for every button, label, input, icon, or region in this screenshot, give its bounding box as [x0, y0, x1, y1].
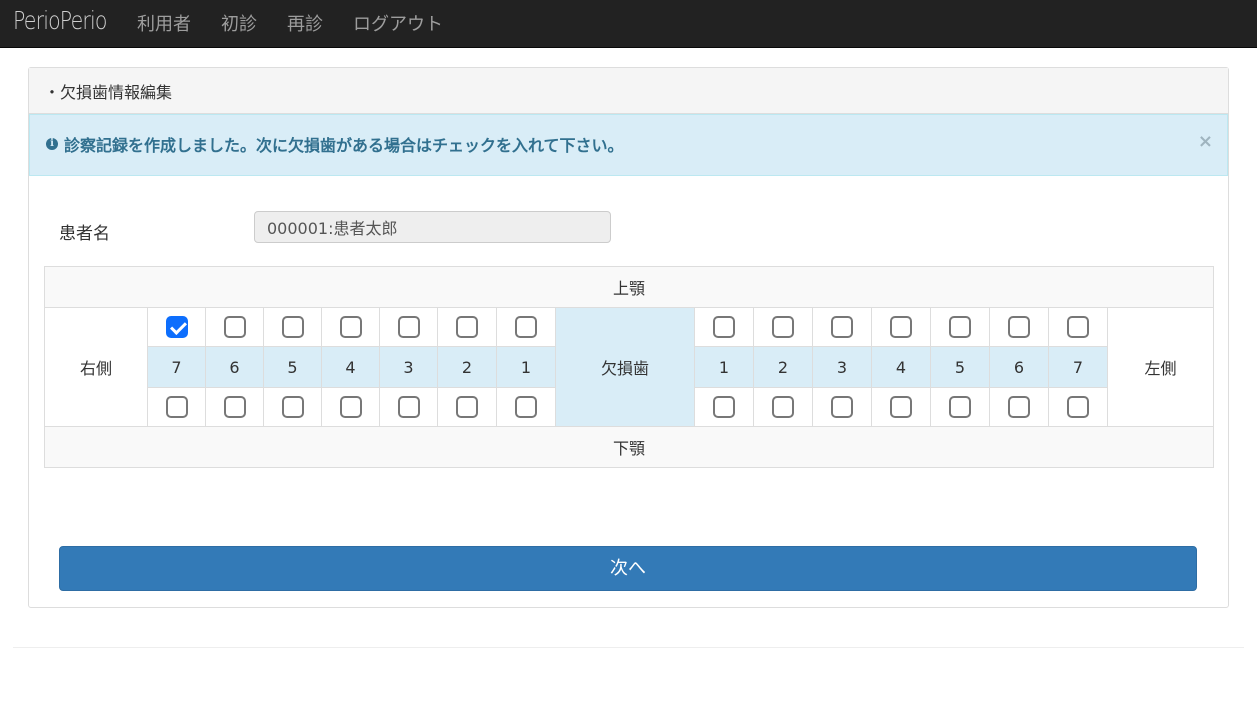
upper-right-tooth-3-cell — [379, 307, 438, 347]
right-tooth-number: 4 — [321, 346, 380, 388]
missing-teeth-label: 欠損歯 — [555, 307, 695, 427]
missing-teeth-panel: ・欠損歯情報編集 i 診察記録を作成しました。次に欠損歯がある場合はチェックを入… — [28, 67, 1229, 608]
left-side-label: 左側 — [1106, 307, 1215, 427]
upper-right-tooth-4-checkbox[interactable] — [339, 316, 362, 338]
panel-title: ・欠損歯情報編集 — [44, 83, 173, 102]
right-tooth-number: 2 — [437, 346, 497, 388]
lower-left-tooth-1-checkbox[interactable] — [713, 396, 735, 418]
upper-left-tooth-6-checkbox[interactable] — [1008, 316, 1030, 338]
left-tooth-number: 7 — [1048, 346, 1108, 388]
upper-left-tooth-2-checkbox[interactable] — [772, 316, 794, 338]
lower-left-tooth-4-cell — [871, 387, 931, 427]
upper-right-tooth-1-checkbox[interactable] — [515, 316, 537, 338]
lower-left-tooth-6-cell — [989, 387, 1049, 427]
lower-left-tooth-3-cell — [812, 387, 872, 427]
info-icon: i — [46, 138, 58, 150]
upper-right-tooth-7-cell — [147, 307, 206, 347]
left-tooth-number: 5 — [930, 346, 990, 388]
lower-left-tooth-2-cell — [753, 387, 813, 427]
upper-right-tooth-6-checkbox[interactable] — [223, 316, 246, 338]
nav-item-users[interactable]: 利用者 — [137, 10, 191, 36]
upper-left-tooth-3-checkbox[interactable] — [831, 316, 853, 338]
upper-left-tooth-4-checkbox[interactable] — [890, 316, 912, 338]
footer-divider — [13, 647, 1244, 648]
panel-heading: ・欠損歯情報編集 — [29, 68, 1228, 114]
lower-right-tooth-5-checkbox[interactable] — [281, 396, 304, 418]
nav-item-revisit[interactable]: 再診 — [287, 10, 323, 36]
lower-right-tooth-6-checkbox[interactable] — [223, 396, 246, 418]
lower-right-tooth-3-cell — [379, 387, 438, 427]
upper-left-tooth-5-checkbox[interactable] — [949, 316, 971, 338]
lower-jaw-label: 下顎 — [43, 426, 1215, 468]
lower-left-tooth-2-checkbox[interactable] — [772, 396, 794, 418]
upper-left-tooth-2-cell — [753, 307, 813, 347]
right-side-label: 右側 — [44, 307, 148, 427]
alert-message: 診察記録を作成しました。次に欠損歯がある場合はチェックを入れて下さい。 — [64, 136, 624, 155]
lower-left-tooth-7-cell — [1048, 387, 1108, 427]
upper-right-tooth-3-checkbox[interactable] — [397, 316, 420, 338]
lower-left-tooth-4-checkbox[interactable] — [890, 396, 912, 418]
lower-left-tooth-3-checkbox[interactable] — [831, 396, 853, 418]
left-tooth-number: 4 — [871, 346, 931, 388]
upper-right-tooth-6-cell — [205, 307, 264, 347]
lower-right-tooth-1-checkbox[interactable] — [515, 396, 537, 418]
left-tooth-number: 1 — [694, 346, 754, 388]
upper-right-tooth-5-checkbox[interactable] — [281, 316, 304, 338]
lower-left-tooth-7-checkbox[interactable] — [1067, 396, 1089, 418]
brand-logo[interactable]: PerioPerio — [13, 6, 107, 35]
left-tooth-number: 6 — [989, 346, 1049, 388]
upper-right-tooth-4-cell — [321, 307, 380, 347]
next-button[interactable]: 次へ — [59, 546, 1197, 591]
lower-right-tooth-7-cell — [147, 387, 206, 427]
lower-right-tooth-5-cell — [263, 387, 322, 427]
upper-left-tooth-7-checkbox[interactable] — [1067, 316, 1089, 338]
teeth-table: 上顎 右側 欠損歯 左側 76543211234567 下顎 — [43, 266, 1215, 468]
close-icon[interactable]: × — [1198, 131, 1213, 152]
lower-right-tooth-6-cell — [205, 387, 264, 427]
upper-right-tooth-1-cell — [496, 307, 556, 347]
lower-right-tooth-4-cell — [321, 387, 380, 427]
lower-right-tooth-3-checkbox[interactable] — [397, 396, 420, 418]
upper-left-tooth-3-cell — [812, 307, 872, 347]
upper-right-tooth-2-checkbox[interactable] — [456, 316, 478, 338]
lower-right-tooth-2-cell — [437, 387, 497, 427]
upper-left-tooth-1-cell — [694, 307, 754, 347]
lower-left-tooth-5-cell — [930, 387, 990, 427]
upper-left-tooth-4-cell — [871, 307, 931, 347]
upper-right-tooth-7-checkbox[interactable] — [165, 316, 188, 338]
lower-right-tooth-7-checkbox[interactable] — [165, 396, 188, 418]
patient-name-label: 患者名 — [59, 224, 110, 244]
lower-right-tooth-2-checkbox[interactable] — [456, 396, 478, 418]
upper-left-tooth-5-cell — [930, 307, 990, 347]
nav-item-logout[interactable]: ログアウト — [353, 10, 443, 36]
upper-left-tooth-7-cell — [1048, 307, 1108, 347]
right-tooth-number: 1 — [496, 346, 556, 388]
left-tooth-number: 2 — [753, 346, 813, 388]
navbar: PerioPerio 利用者 初診 再診 ログアウト — [0, 0, 1257, 48]
upper-left-tooth-1-checkbox[interactable] — [713, 316, 735, 338]
upper-jaw-label: 上顎 — [43, 266, 1215, 308]
lower-left-tooth-1-cell — [694, 387, 754, 427]
lower-left-tooth-6-checkbox[interactable] — [1008, 396, 1030, 418]
lower-left-tooth-5-checkbox[interactable] — [949, 396, 971, 418]
upper-right-tooth-2-cell — [437, 307, 497, 347]
right-tooth-number: 3 — [379, 346, 438, 388]
right-tooth-number: 6 — [205, 346, 264, 388]
lower-right-tooth-1-cell — [496, 387, 556, 427]
patient-name-field[interactable] — [254, 211, 611, 243]
info-alert: i 診察記録を作成しました。次に欠損歯がある場合はチェックを入れて下さい。 × — [29, 114, 1228, 176]
right-tooth-number: 5 — [263, 346, 322, 388]
upper-right-tooth-5-cell — [263, 307, 322, 347]
upper-left-tooth-6-cell — [989, 307, 1049, 347]
left-tooth-number: 3 — [812, 346, 872, 388]
nav-item-first-visit[interactable]: 初診 — [221, 10, 257, 36]
right-tooth-number: 7 — [147, 346, 206, 388]
lower-right-tooth-4-checkbox[interactable] — [339, 396, 362, 418]
